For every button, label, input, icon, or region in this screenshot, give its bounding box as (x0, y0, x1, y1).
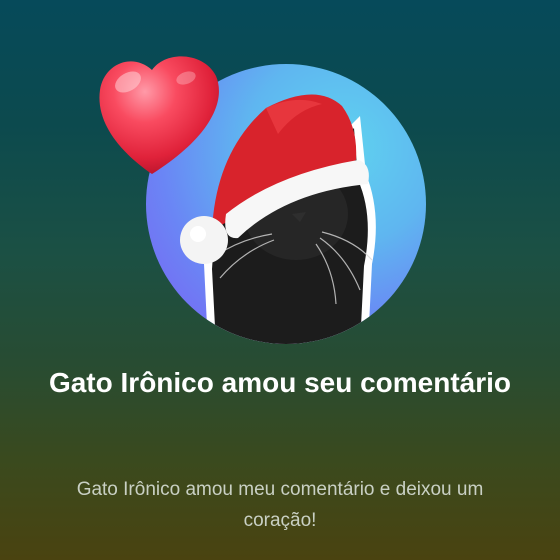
notification-message: Gato Irônico amou meu comentário e deixo… (76, 479, 484, 531)
heart-icon (99, 56, 219, 175)
notification-card[interactable]: Gato Irônico amou seu comentário Gato Ir… (0, 0, 560, 560)
notification-title: Gato Irônico amou seu comentário (48, 367, 512, 398)
